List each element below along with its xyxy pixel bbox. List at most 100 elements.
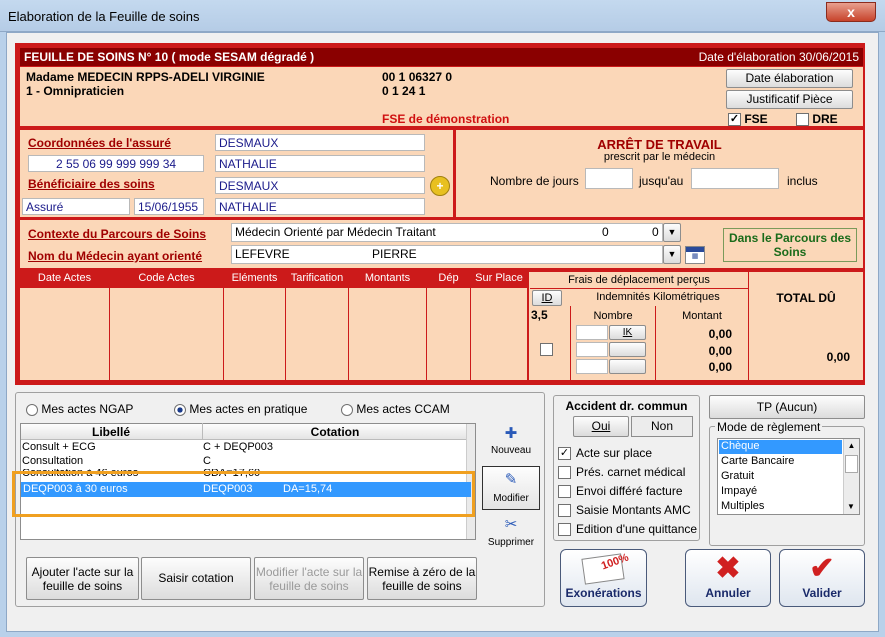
- modifier-button[interactable]: ✎ Modifier: [482, 466, 540, 510]
- beneficiaire-link[interactable]: Bénéficiaire des soins: [28, 177, 155, 191]
- ik-button-3[interactable]: [609, 359, 646, 374]
- medecin-link[interactable]: Nom du Médecin ayant orienté: [28, 249, 202, 263]
- amount-3: 0,00: [708, 360, 732, 374]
- assure-nom[interactable]: DESMAUX: [215, 134, 425, 151]
- nombre-input-3[interactable]: [576, 359, 608, 374]
- accident-non-button[interactable]: Non: [631, 416, 693, 437]
- sep: [348, 272, 349, 380]
- option-checkbox[interactable]: Envoi différé facture: [558, 484, 683, 499]
- surplace-checkbox[interactable]: [540, 342, 553, 357]
- reglement-item[interactable]: Carte Bancaire: [719, 455, 842, 469]
- date-elaboration-button[interactable]: Date élaboration: [726, 69, 853, 88]
- sep: [470, 272, 471, 380]
- annuler-button[interactable]: ✖ Annuler: [685, 549, 771, 607]
- justificatif-button[interactable]: Justificatif Pièce: [726, 90, 853, 109]
- checkbox-box[interactable]: [558, 504, 571, 518]
- medecin-select[interactable]: LEFEVRE PIERRE: [231, 245, 663, 264]
- nombre-input-1[interactable]: [576, 325, 608, 340]
- dre-checkbox[interactable]: DRE: [796, 112, 838, 127]
- scroll-up-icon[interactable]: ▲: [844, 439, 859, 453]
- scroll-down-icon[interactable]: ▼: [844, 500, 858, 514]
- jusquau-input[interactable]: [691, 168, 779, 189]
- col-code: Code Actes: [110, 272, 223, 288]
- saisir-cotation-button[interactable]: Saisir cotation: [141, 557, 251, 600]
- assure-nir[interactable]: 2 55 06 99 999 999 34: [28, 155, 204, 172]
- option-checkbox[interactable]: Prés. carnet médical: [558, 465, 685, 480]
- close-button[interactable]: x: [826, 2, 876, 22]
- nb-jours-label: Nombre de jours: [490, 174, 579, 188]
- demo-label: FSE de démonstration: [382, 112, 510, 126]
- checkbox-box[interactable]: [558, 523, 571, 537]
- checkbox-box[interactable]: [558, 466, 571, 480]
- parcours-dropdown-icon[interactable]: ▼: [663, 223, 681, 242]
- reglement-item[interactable]: Impayé: [719, 485, 842, 499]
- amount-2: 0,00: [708, 344, 732, 358]
- tab-ccam-label: Mes actes CCAM: [356, 402, 450, 416]
- nouveau-button[interactable]: ✚ Nouveau: [482, 423, 540, 463]
- nombre-input-2[interactable]: [576, 342, 608, 357]
- ik-button[interactable]: IK: [609, 325, 646, 340]
- checkbox-box[interactable]: [558, 485, 571, 499]
- parcours-value: Médecin Orienté par Médecin Traitant: [235, 225, 436, 239]
- tab-ccam[interactable]: Mes actes CCAM: [341, 402, 450, 416]
- exonerations-button[interactable]: 100% Exonérations: [560, 549, 647, 607]
- reglement-item[interactable]: Multiples: [719, 500, 842, 514]
- add-icon[interactable]: +: [430, 176, 450, 196]
- row-cotation: C + DEQP003: [203, 441, 274, 453]
- supprimer-button[interactable]: ✂ Supprimer: [482, 513, 540, 555]
- option-checkbox[interactable]: Edition d'une quittance: [558, 522, 697, 537]
- exonerations-label: Exonérations: [565, 586, 642, 600]
- tab-ngap-label: Mes actes NGAP: [41, 402, 134, 416]
- parcours-link[interactable]: Contexte du Parcours de Soins: [28, 227, 206, 241]
- remise-zero-button[interactable]: Remise à zéro de la feuille de soins: [367, 557, 477, 600]
- parcours-select[interactable]: Médecin Orienté par Médecin Traitant 0 0: [231, 223, 663, 242]
- list-item[interactable]: Consult + ECG C + DEQP003: [22, 441, 462, 455]
- arret-title: ARRÊT DE TRAVAIL: [597, 137, 722, 152]
- id-button[interactable]: ID: [532, 290, 562, 306]
- col-dep: Dép: [427, 272, 470, 288]
- ik-button-2[interactable]: [609, 342, 646, 357]
- nouveau-label: Nouveau: [490, 445, 532, 456]
- accident-oui-button[interactable]: Oui: [573, 416, 629, 437]
- reglement-item[interactable]: Gratuit: [719, 470, 842, 484]
- beneficiaire-qualite[interactable]: Assuré: [22, 198, 130, 215]
- reglement-scrollbar[interactable]: ▲ ▼: [843, 439, 859, 514]
- valider-button[interactable]: ✔ Valider: [779, 549, 865, 607]
- nb-jours-input[interactable]: [585, 168, 633, 189]
- beneficiaire-nom[interactable]: DESMAUX: [215, 177, 425, 194]
- beneficiaire-prenom[interactable]: NATHALIE: [215, 198, 425, 215]
- elaboration-date: Date d'élaboration 30/06/2015: [698, 50, 859, 64]
- modifier-label: Modifier: [493, 493, 529, 504]
- row-cotation: C: [203, 455, 211, 467]
- medecin-nom: LEFEVRE: [235, 247, 290, 261]
- scroll-thumb[interactable]: [845, 455, 858, 473]
- sep: [285, 272, 286, 380]
- edit-icon: ✎: [504, 471, 518, 488]
- tab-ngap[interactable]: Mes actes NGAP: [26, 402, 133, 416]
- beneficiaire-naissance[interactable]: 15/06/1955: [134, 198, 204, 215]
- jusquau-label: jusqu'au: [639, 174, 684, 188]
- option-checkbox[interactable]: Saisie Montants AMC: [558, 503, 691, 518]
- reglement-item[interactable]: Chèque: [719, 440, 842, 454]
- tp-button[interactable]: TP (Aucun): [709, 395, 865, 419]
- tab-pratique[interactable]: Mes actes en pratique: [174, 402, 307, 416]
- list-item[interactable]: Consultation C: [22, 455, 462, 469]
- modifier-acte-button[interactable]: Modifier l'acte sur la feuille de soins: [254, 557, 364, 600]
- acts-list-header: Libellé Cotation: [21, 423, 467, 440]
- inclus-label: inclus: [787, 174, 818, 188]
- sep: [223, 272, 224, 380]
- ajouter-button[interactable]: Ajouter l'acte sur la feuille de soins: [26, 557, 139, 600]
- parcours-status: Dans le Parcours des Soins: [723, 228, 857, 262]
- assure-prenom[interactable]: NATHALIE: [215, 155, 425, 172]
- medecin-dropdown-icon[interactable]: ▼: [663, 245, 681, 264]
- assure-link[interactable]: Coordonnées de l'assuré: [28, 136, 171, 150]
- col-montants: Montants: [349, 272, 426, 288]
- feuille-title: FEUILLE DE SOINS N° 10 ( mode SESAM dégr…: [24, 50, 315, 64]
- reglement-title: Mode de règlement: [715, 420, 823, 434]
- calendar-icon[interactable]: ▦: [685, 246, 705, 264]
- checkbox-box[interactable]: ✓: [558, 447, 571, 461]
- delete-icon: ✂: [504, 516, 518, 533]
- fse-checkbox[interactable]: ✓ FSE: [728, 112, 768, 127]
- medecin-prenom: PIERRE: [372, 247, 417, 261]
- option-checkbox[interactable]: ✓ Acte sur place: [558, 446, 652, 461]
